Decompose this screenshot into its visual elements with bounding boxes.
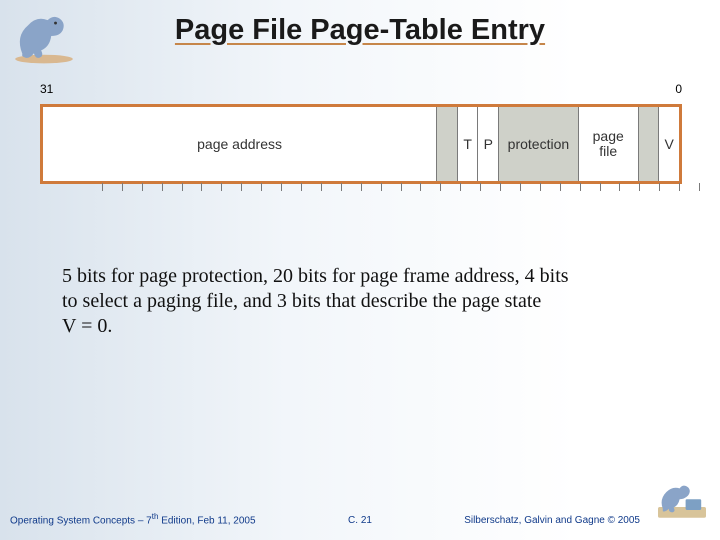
v-equals: V = 0. [62, 315, 112, 337]
field-p: P [477, 107, 498, 181]
bit-label-high: 31 [40, 82, 53, 96]
slide-title: Page File Page-Table Entry [0, 14, 720, 47]
field-t: T [457, 107, 478, 181]
field-gap-a [436, 107, 457, 181]
field-v: V [658, 107, 679, 181]
body-text-line: 5 bits for page protection, 20 bits for … [62, 265, 569, 312]
field-page-file: page file [578, 107, 638, 181]
footer: Operating System Concepts – 7th Edition,… [0, 512, 720, 526]
field-gap-b [638, 107, 659, 181]
page-table-entry-diagram: 31 0 page address T P protection page fi… [40, 82, 682, 184]
field-page-address: page address [43, 107, 436, 181]
field-protection: protection [498, 107, 578, 181]
footer-page-number: C. 21 [348, 515, 372, 526]
bit-label-low: 0 [675, 82, 682, 96]
dinosaur-logo-bottom-right [652, 474, 712, 522]
footer-right: Silberschatz, Galvin and Gagne © 2005 [464, 515, 640, 526]
bit-ticks [83, 183, 719, 191]
footer-left: Operating System Concepts – 7th Edition,… [10, 512, 256, 526]
body-text: 5 bits for page protection, 20 bits for … [62, 264, 582, 339]
